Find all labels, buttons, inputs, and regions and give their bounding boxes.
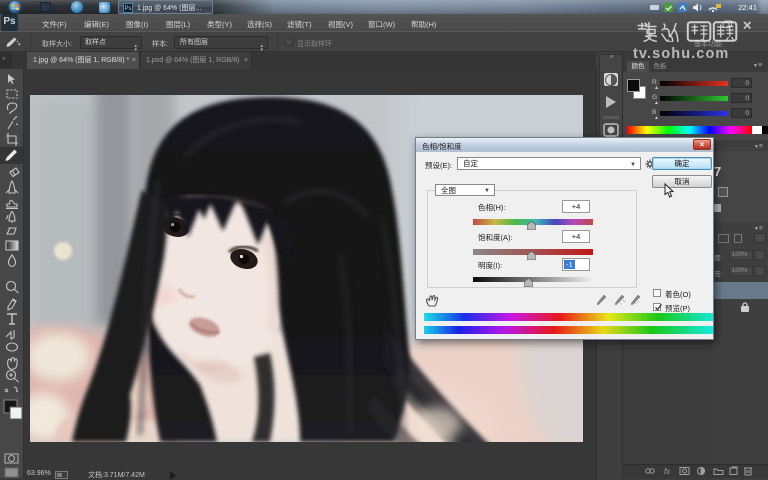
svg-text:fx: fx bbox=[664, 467, 671, 476]
